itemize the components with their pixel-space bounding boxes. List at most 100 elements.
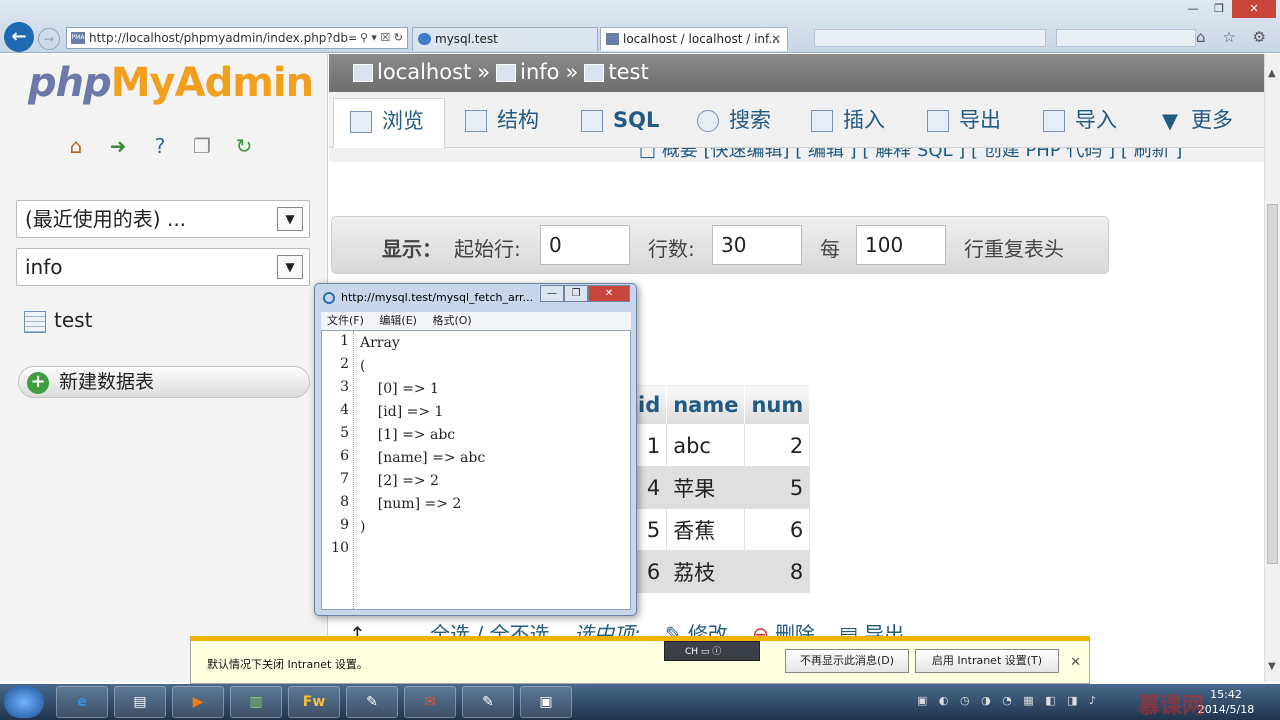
tab-export[interactable]: 导出 [923,98,1001,148]
minimize-button[interactable]: — [1180,0,1206,18]
clock-time: 15:42 [1210,688,1242,701]
popup-minimize-button[interactable]: — [540,285,564,302]
popup-maximize-button[interactable]: ❐ [564,285,588,302]
chrome-placeholder-bar [814,29,1046,47]
enable-intranet-button[interactable]: 启用 Intranet 设置(T) [915,649,1059,673]
breadcrumb-table[interactable]: test [608,60,648,84]
tab-close-icon[interactable]: ✕ [771,28,781,50]
line-number: 7 [340,471,349,487]
table-row[interactable]: 1 abc 2 [630,424,811,467]
table-row[interactable]: 4 苹果 5 [630,466,811,509]
breadcrumb-separator: » [565,60,579,84]
address-tools[interactable]: ⚲ ▾ ☒ ↻ [355,28,403,48]
home-icon[interactable]: ⌂ [62,132,90,160]
exit-icon[interactable]: ➜ [104,132,132,160]
sql-icon [581,110,603,132]
logo-php-text: php [28,60,112,106]
tab-label: 插入 [843,108,885,132]
popup-close-button[interactable]: ✕ [588,285,630,302]
tab-more[interactable]: ▼ 更多 [1155,98,1233,148]
taskbar-ie[interactable]: e [56,686,108,718]
sidebar-item-test[interactable]: test [24,308,92,333]
line-number: 10 [331,540,349,556]
vertical-scrollbar[interactable]: ▲ ▼ [1264,54,1280,682]
tab-sql[interactable]: SQL [577,98,659,148]
popup-menu-bar: 文件(F) 编辑(E) 格式(O) [321,312,631,330]
repeat-header-input[interactable]: 100 [856,225,946,265]
forward-arrow-icon[interactable]: → [38,28,60,50]
code-line: ) [360,519,366,535]
chrome-home-favorites-tools-icon[interactable]: ⌂ ☆ ⚙ [1196,28,1272,46]
results-table: id name num 1 abc 2 4 苹果 5 5 香蕉 6 6 荔枝 8 [630,384,811,593]
tab-label: 结构 [497,108,539,132]
recent-tables-select[interactable]: (最近使用的表) ... ▼ [16,200,310,238]
database-select[interactable]: info ▼ [16,248,310,286]
dont-show-again-button[interactable]: 不再显示此消息(D) [785,649,909,673]
popup-text-area[interactable]: 1 2 3 4 5 6 7 8 9 10 Array ( [0] => 1 [i… [321,330,631,610]
close-window-button[interactable]: ✕ [1232,0,1276,18]
ime-language-bar[interactable]: CH ▭ ⓘ [664,641,760,661]
chevron-down-icon[interactable]: ▼ [277,255,303,279]
system-tray-icons[interactable]: ▣ ◐ ◷ ◑ ◔ ▦ ◧ ◨ ♪ [917,694,1100,707]
close-icon[interactable]: ✕ [1070,655,1081,670]
taskbar-media[interactable]: ▶ [172,686,224,718]
code-line: [name] => abc [360,450,486,466]
taskbar-mail[interactable]: ✉ [404,686,456,718]
taskbar-notepad-2[interactable]: ✎ [462,686,514,718]
start-button[interactable] [4,686,44,718]
database-value: info [25,255,63,279]
taskbar-notes[interactable]: ▥ [230,686,282,718]
cell-num: 6 [744,508,811,551]
cell-name: 荔枝 [666,550,746,593]
tab-phpmyadmin[interactable]: localhost / localhost / inf... ✕ [600,27,788,51]
ime-label: CH [685,647,699,657]
scrollbar-thumb[interactable] [1267,204,1278,564]
docs-icon[interactable]: ❐ [188,132,216,160]
address-bar[interactable]: PMA http://localhost/phpmyadmin/index.ph… [66,27,408,49]
sql-query-links[interactable]: □ 概要 [快速编辑] [ 编辑 ] [ 解释 SQL ] [ 创建 PHP 代… [329,148,1264,162]
table-icon [24,310,46,333]
menu-format[interactable]: 格式(O) [432,314,471,327]
chrome-search-field[interactable] [1056,29,1196,47]
line-number: 3 [340,379,349,395]
taskbar-app[interactable]: ▣ [520,686,572,718]
breadcrumb-database[interactable]: info [520,60,559,84]
new-table-button[interactable]: + 新建数据表 [18,366,310,398]
every-label: 每 [820,237,840,261]
line-number: 8 [340,494,349,510]
column-header-name[interactable]: name [666,384,746,425]
reload-icon[interactable]: ↻ [230,132,258,160]
taskbar-clock[interactable]: 15:42 2014/5/18 [1196,687,1256,717]
tab-browse[interactable]: 浏览 [333,98,445,148]
breadcrumb-server[interactable]: localhost [377,60,471,84]
menu-file[interactable]: 文件(F) [327,314,364,327]
tab-search[interactable]: 搜索 [693,98,771,148]
taskbar-fireworks[interactable]: Fw [288,686,340,718]
tab-structure[interactable]: 结构 [461,98,539,148]
window-controls: — ❐ ✕ [1180,0,1276,18]
maximize-button[interactable]: ❐ [1206,0,1232,18]
tab-mysql-test[interactable]: mysql.test [412,27,598,51]
menu-edit[interactable]: 编辑(E) [379,314,417,327]
tab-insert[interactable]: 插入 [807,98,885,148]
taskbar-notepad[interactable]: ✎ [346,686,398,718]
popup-title-bar[interactable]: http://mysql.test/mysql_fetch_arr... [323,288,533,308]
taskbar-explorer[interactable]: ▤ [114,686,166,718]
back-arrow-icon[interactable]: ← [4,22,34,52]
table-row[interactable]: 6 荔枝 8 [630,550,811,593]
tab-import[interactable]: 导入 [1039,98,1117,148]
cell-name: 苹果 [666,466,746,509]
popup-window: http://mysql.test/mysql_fetch_arr... — ❐… [314,283,637,616]
column-header-num[interactable]: num [744,384,811,425]
recent-tables-value: (最近使用的表) ... [25,207,187,231]
chevron-down-icon[interactable]: ▼ [277,207,303,231]
start-row-input[interactable]: 0 [540,225,630,265]
rows-input[interactable]: 30 [712,225,802,265]
tab-label: SQL [613,108,660,132]
imooc-watermark-logo: 慕课网 [1138,694,1205,719]
help-icon[interactable]: ? [146,132,174,160]
scroll-down-icon[interactable]: ▼ [1268,661,1276,672]
scroll-up-icon[interactable]: ▲ [1268,68,1276,79]
phpmyadmin-logo[interactable]: phpMyAdmin [28,60,314,106]
table-row[interactable]: 5 香蕉 6 [630,508,811,551]
